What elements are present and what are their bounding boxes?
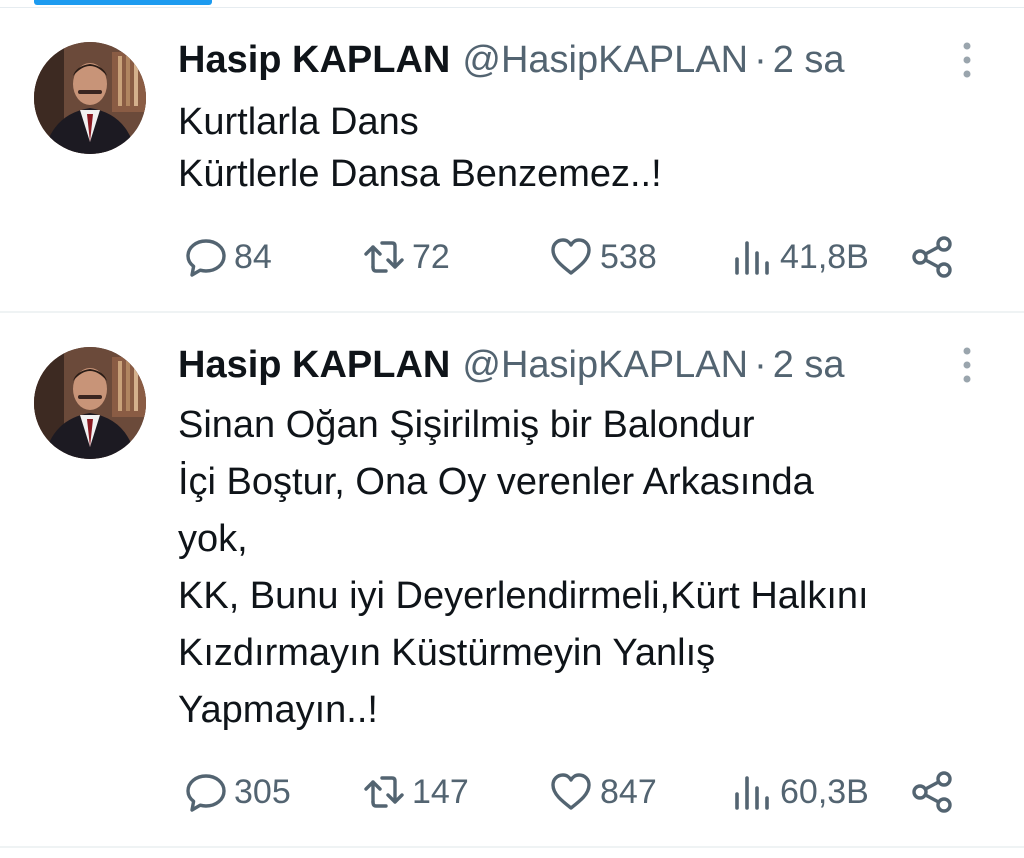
like-count: 538: [600, 237, 657, 276]
separator-dot: ·: [754, 39, 767, 81]
tweet-line: KK, Bunu iyi Deyerlendirmeli,Kürt Halkın…: [178, 575, 869, 617]
tweet-line: Kurtlarla Dans: [178, 101, 419, 143]
view-count: 60,3B: [780, 772, 869, 811]
share-icon: [912, 771, 952, 813]
timestamp[interactable]: 2 sa: [773, 344, 845, 386]
retweet-count: 72: [412, 237, 450, 276]
action-bar: 305 147 847 60,3B: [178, 767, 978, 817]
heart-icon: [551, 773, 591, 810]
separator-dot: ·: [754, 344, 767, 386]
like-button[interactable]: 847: [548, 767, 657, 817]
view-count: 41,8B: [780, 237, 869, 276]
more-options-button[interactable]: [955, 345, 979, 385]
user-handle[interactable]: @HasipKAPLAN: [462, 344, 748, 386]
reply-button[interactable]: 305: [184, 767, 291, 817]
user-handle[interactable]: @HasipKAPLAN: [462, 39, 748, 81]
vertical-dots-icon: [963, 347, 971, 383]
tweet-line: Kürtlerle Dansa Benzemez..!: [178, 153, 662, 195]
reply-button[interactable]: 84: [184, 232, 272, 282]
share-icon: [912, 236, 952, 278]
views-button[interactable]: 60,3B: [730, 767, 869, 817]
tweet-line: Yapmayın..!: [178, 689, 378, 731]
share-button[interactable]: [910, 767, 962, 817]
tweet-line: Kızdırmayın Küstürmeyin Yanlış: [178, 632, 716, 674]
like-button[interactable]: 538: [548, 232, 657, 282]
action-bar: 84 72 538 41,8B: [178, 232, 978, 282]
display-name[interactable]: Hasip KAPLAN: [178, 39, 450, 81]
retweet-arrows-icon: [364, 776, 404, 808]
reply-count: 305: [234, 772, 291, 811]
heart-icon: [551, 238, 591, 275]
share-button[interactable]: [910, 232, 962, 282]
tweet-text: Kurtlarla Dans Kürtlerle Dansa Benzemez.…: [178, 96, 998, 200]
tweet-line: Sinan Oğan Şişirilmiş bir Balondur: [178, 404, 755, 446]
bar-chart-icon: [735, 241, 769, 275]
avatar[interactable]: [34, 347, 146, 459]
speech-bubble-icon: [186, 774, 226, 812]
avatar[interactable]: [34, 42, 146, 154]
active-tab-indicator: [34, 0, 212, 5]
like-count: 847: [600, 772, 657, 811]
speech-bubble-icon: [186, 239, 226, 277]
tweet-card[interactable]: Hasip KAPLAN @HasipKAPLAN · 2 sa Sinan Oğan…: [0, 313, 1024, 848]
tweet-card[interactable]: Hasip KAPLAN @HasipKAPLAN · 2 sa Kurtlarla …: [0, 8, 1024, 312]
retweet-arrows-icon: [364, 241, 404, 273]
bar-chart-icon: [735, 776, 769, 810]
reply-count: 84: [234, 237, 272, 276]
tweet-header: Hasip KAPLAN @HasipKAPLAN · 2 sa: [178, 38, 845, 82]
tweet-text: Sinan Oğan Şişirilmiş bir Balondur İçi B…: [178, 397, 998, 739]
tweet-divider: [0, 846, 1024, 848]
display-name[interactable]: Hasip KAPLAN: [178, 344, 450, 386]
timestamp[interactable]: 2 sa: [773, 39, 845, 81]
vertical-dots-icon: [963, 42, 971, 78]
tweet-line: İçi Boştur, Ona Oy verenler Arkasında: [178, 461, 814, 503]
tweet-header: Hasip KAPLAN @HasipKAPLAN · 2 sa: [178, 343, 845, 387]
retweet-button[interactable]: 72: [362, 232, 450, 282]
tweet-line: yok,: [178, 518, 248, 560]
views-button[interactable]: 41,8B: [730, 232, 869, 282]
more-options-button[interactable]: [955, 40, 979, 80]
retweet-button[interactable]: 147: [362, 767, 469, 817]
retweet-count: 147: [412, 772, 469, 811]
